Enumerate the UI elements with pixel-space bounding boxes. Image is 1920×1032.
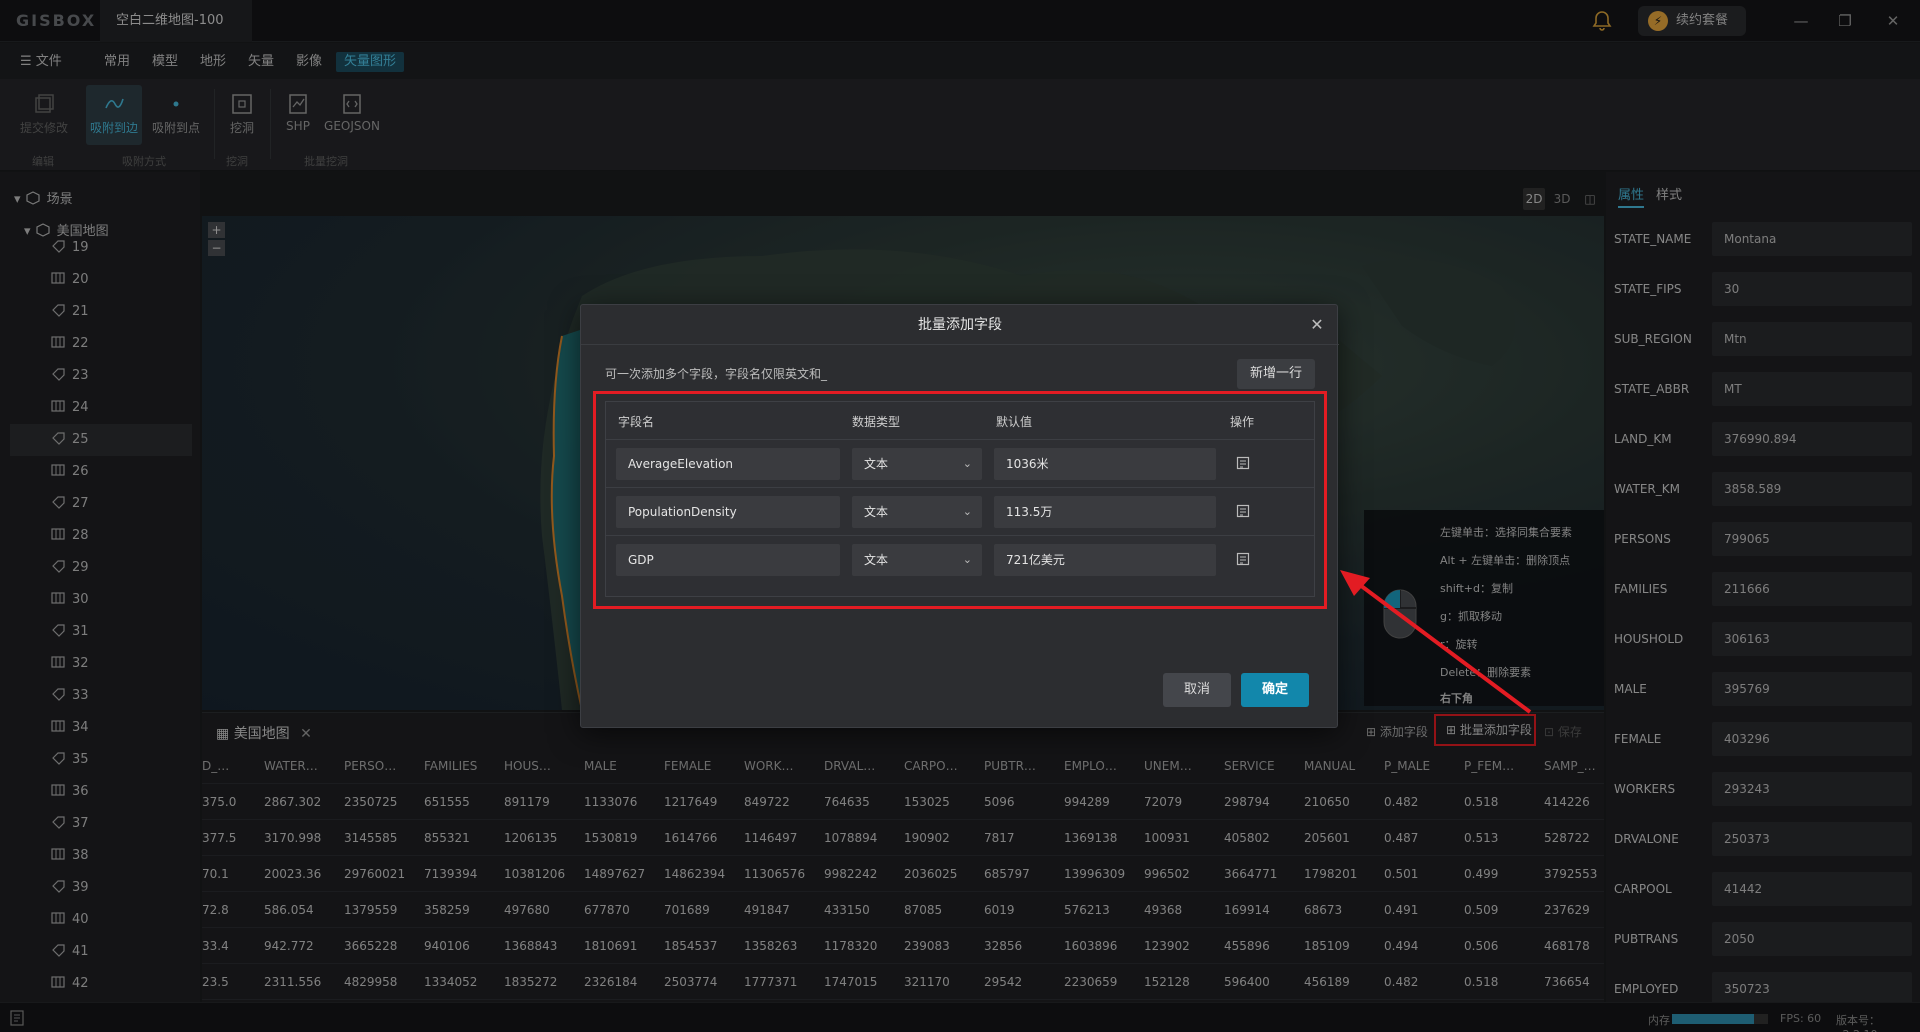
delete-row-icon[interactable] (1236, 456, 1250, 470)
field-row: GDP 文本 ⌄ 721亿美元 (606, 536, 1314, 584)
field-name-input[interactable]: PopulationDensity (616, 496, 840, 528)
default-value-input[interactable]: 1036米 (994, 448, 1216, 480)
header-data-type: 数据类型 (852, 415, 901, 429)
data-type-select[interactable]: 文本 ⌄ (852, 544, 982, 576)
data-type-select[interactable]: 文本 ⌄ (852, 448, 982, 480)
default-value-input[interactable]: 721亿美元 (994, 544, 1216, 576)
field-name-input[interactable]: AverageElevation (616, 448, 840, 480)
annotation-arrow (1340, 570, 1532, 714)
dialog-title: 批量添加字段 (581, 305, 1339, 345)
delete-row-icon[interactable] (1236, 504, 1250, 518)
confirm-button[interactable]: 确定 (1241, 673, 1309, 707)
field-row: AverageElevation 文本 ⌄ 1036米 (606, 440, 1314, 488)
cancel-button[interactable]: 取消 (1163, 673, 1231, 707)
field-grid-header: 字段名 数据类型 默认值 操作 (606, 402, 1314, 440)
field-name-input[interactable]: GDP (616, 544, 840, 576)
chevron-down-icon: ⌄ (962, 553, 972, 566)
header-default-value: 默认值 (996, 415, 1033, 429)
chevron-down-icon: ⌄ (962, 505, 972, 518)
data-type-select[interactable]: 文本 ⌄ (852, 496, 982, 528)
header-operation: 操作 (1230, 415, 1255, 429)
default-value-input[interactable]: 113.5万 (994, 496, 1216, 528)
close-icon[interactable]: ✕ (1307, 315, 1327, 335)
delete-row-icon[interactable] (1236, 552, 1250, 566)
dialog-description: 可一次添加多个字段，字段名仅限英文和_ (605, 367, 828, 381)
header-field-name: 字段名 (618, 415, 655, 429)
data-type-value: 文本 (864, 553, 889, 567)
add-row-button[interactable]: 新增一行 (1237, 359, 1315, 389)
field-grid: 字段名 数据类型 默认值 操作 AverageElevation 文本 ⌄ 1036米… (605, 401, 1315, 597)
data-type-value: 文本 (864, 457, 889, 471)
field-row: PopulationDensity 文本 ⌄ 113.5万 (606, 488, 1314, 536)
app-window: GISBOX 空白二维地图-100 ⚡ 续约套餐 — ❐ ✕ ☰ 文件 常用 模型… (0, 0, 1920, 1032)
batch-add-field-dialog: 批量添加字段 ✕ 可一次添加多个字段，字段名仅限英文和_ 新增一行 字段名 数据… (580, 304, 1339, 728)
data-type-value: 文本 (864, 505, 889, 519)
chevron-down-icon: ⌄ (962, 457, 972, 470)
